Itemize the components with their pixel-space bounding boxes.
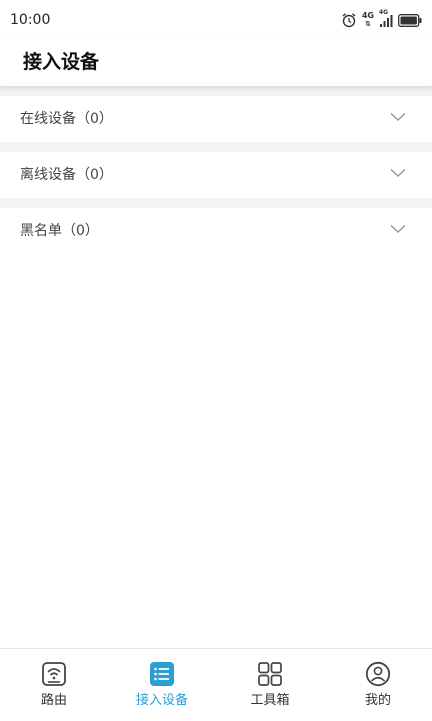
group-offline-devices[interactable]: 离线设备（0） (0, 152, 432, 198)
group-label: 黑名单（0） (20, 223, 99, 239)
network-4g-label: 4G (361, 11, 374, 20)
toolbox-icon (258, 662, 282, 686)
page-title: 接入设备 (23, 51, 100, 73)
chevron-down-icon (390, 112, 406, 122)
app-header: 接入设备 (0, 40, 432, 86)
tab-label: 工具箱 (250, 693, 290, 708)
tab-label: 接入设备 (135, 693, 188, 708)
router-icon (42, 662, 66, 686)
divider (0, 142, 432, 152)
group-label: 在线设备（0） (20, 111, 113, 127)
divider (0, 198, 432, 208)
signal-icon: 4G (379, 9, 393, 28)
chevron-down-icon (390, 224, 406, 234)
device-list-icon (150, 662, 174, 686)
tab-label: 路由 (40, 693, 67, 708)
device-groups: 在线设备（0） 离线设备（0） 黑名单（0） (0, 86, 432, 648)
bottom-tab-bar: 路由 接入设备 工具箱 我的 (0, 648, 432, 721)
status-bar: 10:00 4G ⇅ 4G (0, 0, 432, 40)
network-4g-label-small: 4G (379, 9, 389, 16)
battery-icon (398, 13, 422, 27)
tab-profile[interactable]: 我的 (324, 649, 432, 721)
alarm-icon (341, 12, 357, 28)
tab-toolbox[interactable]: 工具箱 (216, 649, 324, 721)
group-blacklist[interactable]: 黑名单（0） (0, 208, 432, 254)
chevron-down-icon (390, 168, 406, 178)
divider (0, 86, 432, 96)
tab-label: 我的 (364, 693, 391, 708)
group-online-devices[interactable]: 在线设备（0） (0, 96, 432, 142)
profile-icon (365, 661, 391, 687)
tab-router[interactable]: 路由 (0, 649, 108, 721)
status-time: 10:00 (10, 12, 51, 28)
group-label: 离线设备（0） (20, 167, 113, 183)
status-icons: 4G ⇅ 4G (341, 9, 422, 29)
network-4g-icon: 4G ⇅ (361, 11, 374, 29)
tab-connected-devices[interactable]: 接入设备 (108, 649, 216, 721)
